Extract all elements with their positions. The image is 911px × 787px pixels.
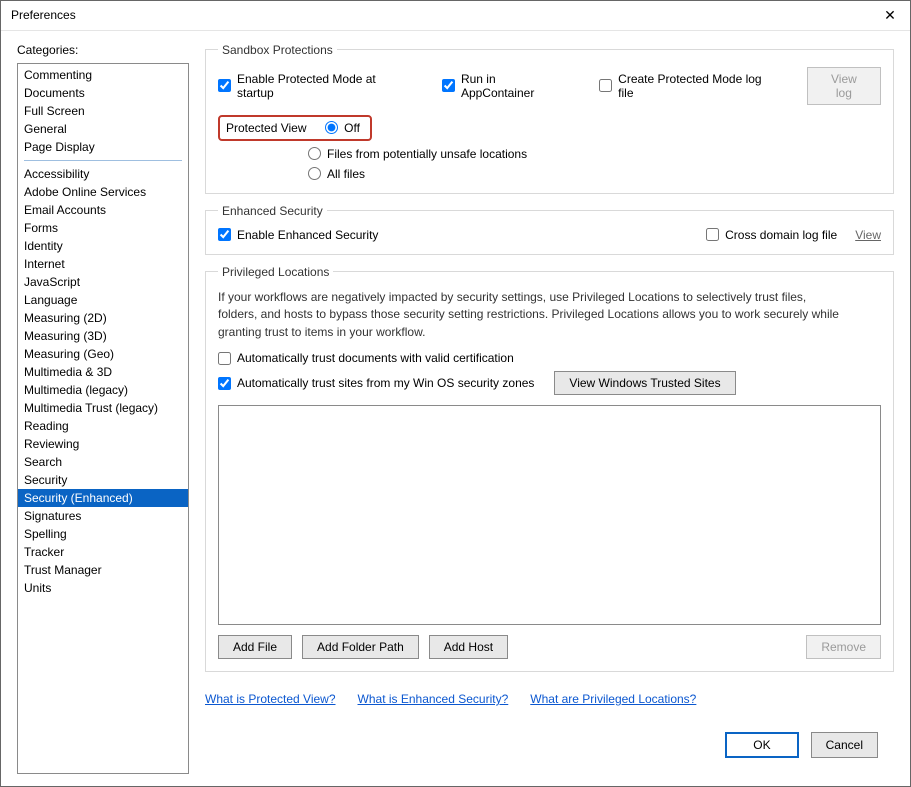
add-file-button[interactable]: Add File xyxy=(218,635,292,659)
remove-button: Remove xyxy=(806,635,881,659)
protected-view-label: Protected View xyxy=(226,121,307,135)
sidebar-separator xyxy=(24,160,182,161)
sidebar-item-security[interactable]: Security xyxy=(18,471,188,489)
auto-trust-sites-checkbox[interactable]: Automatically trust sites from my Win OS… xyxy=(218,376,534,390)
sidebar-item-measuring-geo-[interactable]: Measuring (Geo) xyxy=(18,345,188,363)
pv-all-input[interactable] xyxy=(308,167,321,180)
sidebar-item-multimedia-trust-legacy-[interactable]: Multimedia Trust (legacy) xyxy=(18,399,188,417)
pv-off-input[interactable] xyxy=(325,121,338,134)
auto-trust-sites-input[interactable] xyxy=(218,377,231,390)
privileged-help-text: If your workflows are negatively impacte… xyxy=(218,289,848,341)
sidebar-item-page-display[interactable]: Page Display xyxy=(18,138,188,156)
sidebar-item-multimedia-legacy-[interactable]: Multimedia (legacy) xyxy=(18,381,188,399)
view-log-button: View log xyxy=(807,67,881,105)
enable-enhanced-security-input[interactable] xyxy=(218,228,231,241)
cross-domain-log-input[interactable] xyxy=(706,228,719,241)
sidebar-item-adobe-online-services[interactable]: Adobe Online Services xyxy=(18,183,188,201)
sidebar-item-signatures[interactable]: Signatures xyxy=(18,507,188,525)
ok-button[interactable]: OK xyxy=(725,732,798,758)
create-log-input[interactable] xyxy=(599,79,612,92)
protected-view-unsafe-radio[interactable]: Files from potentially unsafe locations xyxy=(308,147,881,161)
view-trusted-sites-button[interactable]: View Windows Trusted Sites xyxy=(554,371,735,395)
sidebar-item-search[interactable]: Search xyxy=(18,453,188,471)
privileged-locations-list[interactable] xyxy=(218,405,881,625)
sidebar-item-reviewing[interactable]: Reviewing xyxy=(18,435,188,453)
sidebar-item-measuring-2d-[interactable]: Measuring (2D) xyxy=(18,309,188,327)
privileged-legend: Privileged Locations xyxy=(218,265,333,279)
add-host-button[interactable]: Add Host xyxy=(429,635,508,659)
what-are-privileged-locations-link[interactable]: What are Privileged Locations? xyxy=(530,692,696,706)
enable-protected-mode-checkbox[interactable]: Enable Protected Mode at startup xyxy=(218,72,412,100)
sidebar-item-units[interactable]: Units xyxy=(18,579,188,597)
sidebar-item-documents[interactable]: Documents xyxy=(18,84,188,102)
sidebar-item-accessibility[interactable]: Accessibility xyxy=(18,165,188,183)
sidebar-item-identity[interactable]: Identity xyxy=(18,237,188,255)
sidebar-item-language[interactable]: Language xyxy=(18,291,188,309)
create-log-checkbox[interactable]: Create Protected Mode log file xyxy=(599,72,777,100)
view-crosslog-link[interactable]: View xyxy=(855,228,881,242)
sidebar-item-commenting[interactable]: Commenting xyxy=(18,66,188,84)
sidebar-item-spelling[interactable]: Spelling xyxy=(18,525,188,543)
cancel-button[interactable]: Cancel xyxy=(811,732,878,758)
sidebar-item-email-accounts[interactable]: Email Accounts xyxy=(18,201,188,219)
sidebar-item-measuring-3d-[interactable]: Measuring (3D) xyxy=(18,327,188,345)
close-icon[interactable]: ✕ xyxy=(876,3,904,27)
privileged-locations-group: Privileged Locations If your workflows a… xyxy=(205,265,894,672)
cross-domain-log-checkbox[interactable]: Cross domain log file xyxy=(706,228,837,242)
enhanced-security-legend: Enhanced Security xyxy=(218,204,327,218)
enable-enhanced-security-checkbox[interactable]: Enable Enhanced Security xyxy=(218,228,378,242)
add-folder-button[interactable]: Add Folder Path xyxy=(302,635,419,659)
pv-unsafe-input[interactable] xyxy=(308,147,321,160)
auto-trust-cert-input[interactable] xyxy=(218,352,231,365)
sidebar-item-general[interactable]: General xyxy=(18,120,188,138)
run-appcontainer-checkbox[interactable]: Run in AppContainer xyxy=(442,72,569,100)
sidebar-item-trust-manager[interactable]: Trust Manager xyxy=(18,561,188,579)
sidebar-item-full-screen[interactable]: Full Screen xyxy=(18,102,188,120)
window-title: Preferences xyxy=(11,8,76,22)
run-appcontainer-input[interactable] xyxy=(442,79,455,92)
protected-view-highlight: Protected View Off xyxy=(218,115,372,141)
protected-view-off-radio[interactable]: Off xyxy=(325,121,360,135)
auto-trust-cert-checkbox[interactable]: Automatically trust documents with valid… xyxy=(218,351,881,365)
sidebar-item-tracker[interactable]: Tracker xyxy=(18,543,188,561)
categories-list[interactable]: CommentingDocumentsFull ScreenGeneralPag… xyxy=(17,63,189,774)
sidebar-item-javascript[interactable]: JavaScript xyxy=(18,273,188,291)
what-is-enhanced-security-link[interactable]: What is Enhanced Security? xyxy=(358,692,509,706)
sidebar-item-multimedia-3d[interactable]: Multimedia & 3D xyxy=(18,363,188,381)
enable-protected-mode-input[interactable] xyxy=(218,79,231,92)
protected-view-all-radio[interactable]: All files xyxy=(308,167,881,181)
sandbox-group: Sandbox Protections Enable Protected Mod… xyxy=(205,43,894,194)
sidebar-item-internet[interactable]: Internet xyxy=(18,255,188,273)
what-is-protected-view-link[interactable]: What is Protected View? xyxy=(205,692,336,706)
sidebar-item-reading[interactable]: Reading xyxy=(18,417,188,435)
enhanced-security-group: Enhanced Security Enable Enhanced Securi… xyxy=(205,204,894,255)
categories-label: Categories: xyxy=(17,43,189,57)
sandbox-legend: Sandbox Protections xyxy=(218,43,337,57)
sidebar-item-forms[interactable]: Forms xyxy=(18,219,188,237)
sidebar-item-security-enhanced-[interactable]: Security (Enhanced) xyxy=(18,489,188,507)
